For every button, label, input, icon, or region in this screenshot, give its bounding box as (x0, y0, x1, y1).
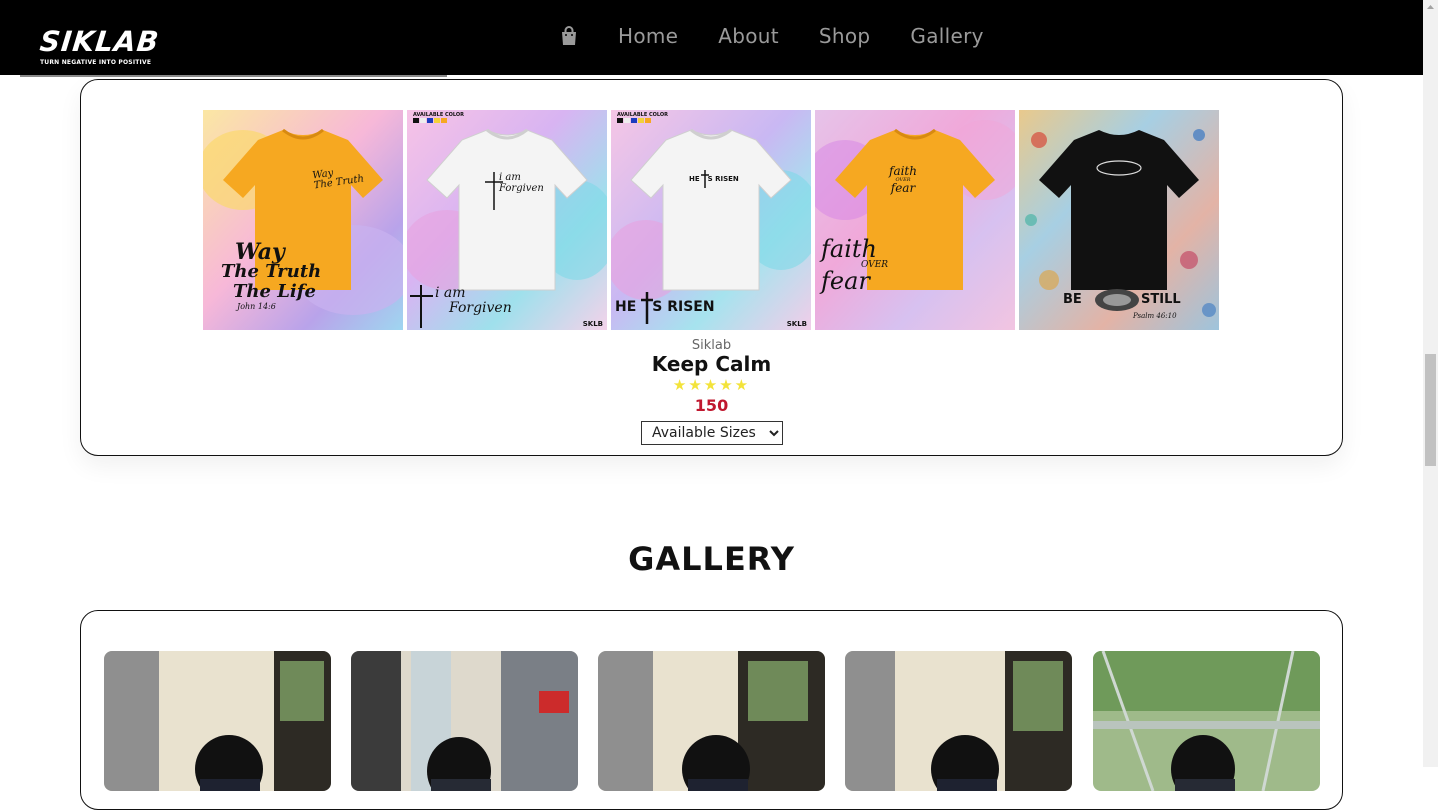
gallery-card (80, 610, 1343, 810)
product-price: 150 (694, 396, 729, 415)
gallery-photo-1-image (104, 651, 331, 791)
print-line: fear (890, 181, 916, 195)
sklb-mark: SKLB (582, 320, 603, 328)
print-line: S RISEN (652, 299, 715, 315)
print-line: Forgiven (449, 300, 512, 316)
gallery-photo-5-image (1093, 651, 1320, 791)
white-shirt-hes-risen-icon (611, 110, 811, 330)
star-rating: ★★★★★ (672, 376, 751, 394)
nav-about[interactable]: About (718, 24, 779, 48)
print-line: i am (499, 172, 521, 183)
print-line: BE (1063, 292, 1082, 307)
available-color-badge: AVAILABLE COLOR (413, 112, 465, 118)
print-line: HE (689, 175, 700, 183)
top-navbar: SIKLAB TURN NEGATIVE INTO POSITIVE Home … (0, 0, 1423, 75)
gallery-title: GALLERY (628, 540, 795, 578)
print-line: Forgiven (499, 183, 544, 194)
shirt-small-print: faith OVER fear (889, 164, 917, 195)
logo-tagline: TURN NEGATIVE INTO POSITIVE (40, 59, 152, 66)
product-image-3[interactable]: AVAILABLE COLOR HE S RISEN HE S RISEN SKLB (611, 110, 811, 330)
nav-home[interactable]: Home (618, 24, 678, 48)
print-line: John 14:6 (237, 302, 276, 311)
black-shirt-be-still-icon (1019, 110, 1219, 330)
print-line: faith (889, 164, 917, 178)
product-image-2[interactable]: AVAILABLE COLOR i am Forgiven i am Forgi… (407, 110, 607, 330)
print-line: fear (821, 267, 870, 295)
orange-shirt-faith-over-fear-icon (815, 110, 1015, 330)
print-line: Psalm 46:10 (1133, 312, 1177, 320)
scroll-up-arrow-icon[interactable] (1423, 0, 1438, 15)
size-select[interactable]: Available Sizes (641, 421, 783, 445)
siklab-logo[interactable]: SIKLAB TURN NEGATIVE INTO POSITIVE (38, 25, 161, 70)
gallery-photo-3-image (598, 651, 825, 791)
shopping-bag-icon[interactable] (560, 26, 578, 46)
product-name[interactable]: Keep Calm (81, 352, 1342, 376)
logo-text: SIKLAB (38, 25, 161, 58)
main-nav: Home About Shop Gallery (560, 22, 1024, 50)
gallery-photo-1[interactable] (104, 651, 331, 791)
print-line: i am (435, 285, 466, 301)
print-line: Way (235, 239, 285, 265)
gallery-photo-5[interactable] (1093, 651, 1320, 791)
gallery-photo-2[interactable] (351, 651, 578, 791)
available-color-badge: AVAILABLE COLOR (617, 112, 669, 118)
shirt-large-print: Way The Truth The Life John 14:6 (221, 239, 322, 312)
product-image-5[interactable]: BE STILL Psalm 46:10 (1019, 110, 1219, 330)
gallery-photo-4-image (845, 651, 1072, 791)
shirt-small-print: HE S RISEN (689, 175, 739, 183)
print-line: The Truth (221, 261, 322, 282)
product-image-row: Way The Truth Way The Truth The Life Joh… (203, 110, 1223, 330)
scroll-thumb[interactable] (1425, 354, 1436, 466)
print-line: STILL (1141, 292, 1181, 307)
product-image-1[interactable]: Way The Truth Way The Truth The Life Joh… (203, 110, 403, 330)
shirt-small-print: i am Forgiven (499, 172, 544, 194)
nav-shop[interactable]: Shop (819, 24, 871, 48)
shirt-large-print: i am Forgiven (435, 286, 512, 316)
product-image-4[interactable]: faith OVER fear faith OVER fear (815, 110, 1015, 330)
print-line: The Life (233, 281, 316, 302)
gallery-photo-3[interactable] (598, 651, 825, 791)
shirt-large-print: HE S RISEN (615, 299, 715, 315)
shirt-large-print: faith OVER fear (821, 235, 888, 295)
page-scrollbar[interactable] (1423, 0, 1438, 767)
print-line: S RISEN (707, 175, 739, 183)
gallery-photo-4[interactable] (845, 651, 1072, 791)
product-card[interactable]: Way The Truth Way The Truth The Life Joh… (80, 79, 1343, 456)
sklb-mark: SKLB (786, 320, 807, 328)
gallery-photo-2-image (351, 651, 578, 791)
print-line: faith (821, 235, 877, 263)
nav-gallery[interactable]: Gallery (910, 24, 983, 48)
print-line: HE (615, 299, 637, 315)
product-brand: Siklab (691, 338, 732, 353)
nav-progress-line (20, 75, 447, 77)
